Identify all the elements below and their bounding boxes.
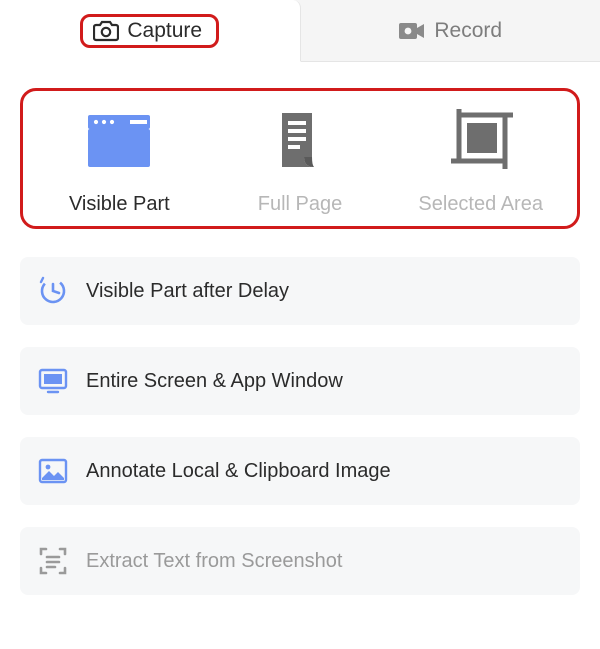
mode-selected-area-label: Selected Area xyxy=(418,193,543,216)
mode-selected-area[interactable]: Selected Area xyxy=(392,105,569,216)
image-icon xyxy=(38,458,68,484)
option-visible-part-delay-label: Visible Part after Delay xyxy=(86,280,289,303)
tab-record-label: Record xyxy=(434,19,502,43)
option-visible-part-delay[interactable]: Visible Part after Delay xyxy=(20,257,580,325)
options-list: Visible Part after Delay Entire Screen &… xyxy=(20,257,580,595)
option-entire-screen[interactable]: Entire Screen & App Window xyxy=(20,347,580,415)
video-icon xyxy=(398,21,426,41)
mode-visible-part[interactable]: Visible Part xyxy=(31,105,208,216)
mode-full-page-label: Full Page xyxy=(258,193,343,216)
option-entire-screen-label: Entire Screen & App Window xyxy=(86,370,343,393)
tabs: Capture Record xyxy=(0,0,600,62)
option-annotate-local-label: Annotate Local & Clipboard Image xyxy=(86,460,391,483)
camera-icon xyxy=(93,20,119,42)
option-extract-text-label: Extract Text from Screenshot xyxy=(86,550,342,573)
content: Visible Part Full Page xyxy=(0,62,600,595)
window-icon xyxy=(82,109,156,173)
tab-capture-highlight: Capture xyxy=(80,14,219,48)
tab-record[interactable]: Record xyxy=(301,0,600,62)
crop-icon xyxy=(445,109,517,173)
page-icon xyxy=(268,109,332,173)
mode-visible-part-label: Visible Part xyxy=(69,193,170,216)
tab-capture-label: Capture xyxy=(127,19,202,43)
screen-icon xyxy=(38,367,68,395)
option-annotate-local[interactable]: Annotate Local & Clipboard Image xyxy=(20,437,580,505)
tab-capture[interactable]: Capture xyxy=(0,0,301,62)
mode-full-page[interactable]: Full Page xyxy=(212,105,389,216)
option-extract-text[interactable]: Extract Text from Screenshot xyxy=(20,527,580,595)
clock-icon xyxy=(38,276,68,306)
capture-modes: Visible Part Full Page xyxy=(20,88,580,229)
scan-text-icon xyxy=(38,546,68,576)
